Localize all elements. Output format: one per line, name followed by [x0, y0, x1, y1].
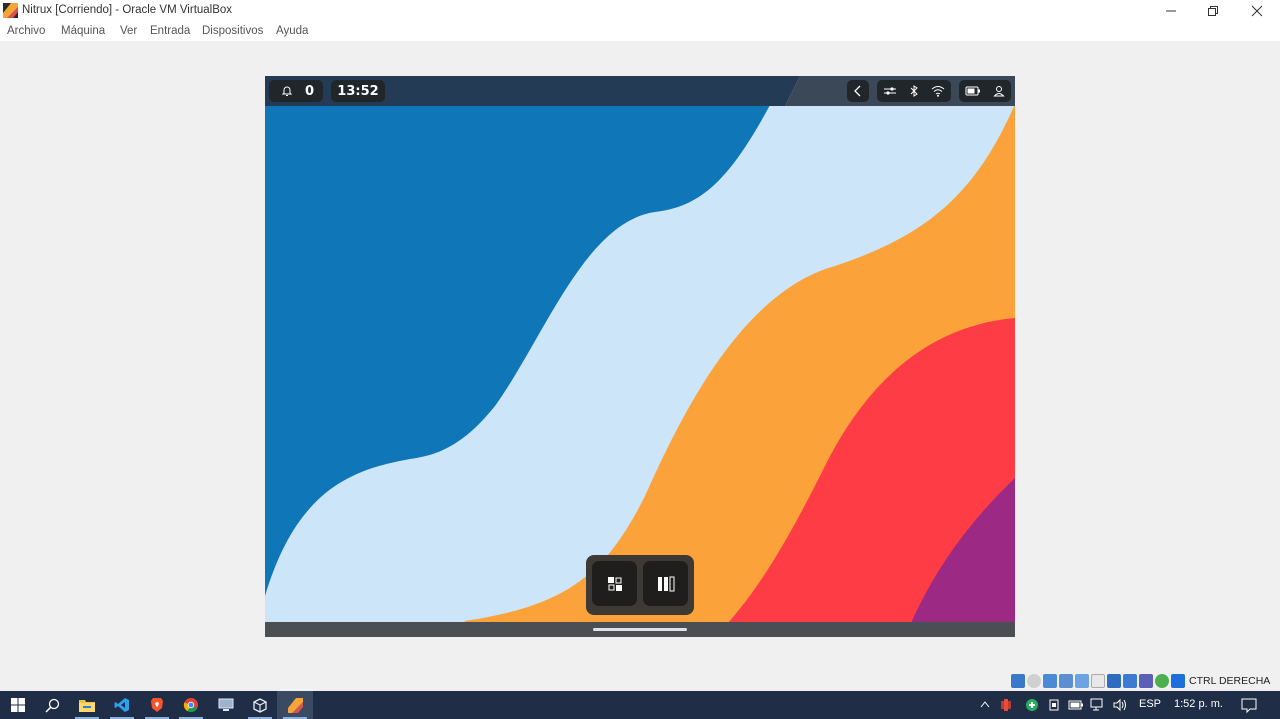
back-button[interactable] [847, 80, 869, 102]
battery-tray-icon[interactable] [1068, 699, 1084, 711]
search-icon [44, 698, 59, 713]
window-titlebar: Nitrux [Corriendo] - Oracle VM VirtualBo… [0, 0, 1280, 22]
user-icon[interactable] [993, 85, 1005, 97]
search-button[interactable] [34, 691, 70, 719]
close-icon [1251, 5, 1263, 17]
file-explorer-button[interactable] [69, 691, 105, 719]
window-title: Nitrux [Corriendo] - Oracle VM VirtualBo… [22, 4, 233, 16]
bell-icon [281, 86, 293, 96]
chevron-up-icon[interactable] [980, 700, 990, 708]
network-status-icon[interactable] [1090, 698, 1106, 712]
menu-dispositivos[interactable]: Dispositivos [202, 25, 263, 37]
vbox-status-bar: CTRL DERECHA [1011, 673, 1270, 689]
battery-icon [965, 86, 980, 96]
virtualbox-button[interactable] [242, 691, 278, 719]
audio-icon[interactable] [1043, 674, 1057, 688]
home-handle[interactable] [593, 628, 687, 631]
volume-icon[interactable] [1112, 698, 1128, 712]
file-explorer-icon [79, 700, 95, 712]
bluetooth-icon[interactable] [909, 85, 919, 97]
recording-icon[interactable] [1123, 674, 1137, 688]
vscode-icon [114, 698, 129, 712]
columns-icon [657, 576, 674, 591]
wifi-icon[interactable] [931, 85, 945, 97]
nitrux-vm-icon [287, 697, 303, 713]
windows-start-icon [11, 698, 25, 712]
session-pill[interactable] [959, 80, 1011, 102]
dock [586, 555, 694, 615]
vscode-button[interactable] [104, 691, 140, 719]
notifications-pill[interactable]: 0 [269, 80, 323, 102]
shared-folders-icon[interactable] [1091, 674, 1105, 688]
menu-entrada[interactable]: Entrada [150, 25, 190, 37]
cpu-icon[interactable] [1139, 674, 1153, 688]
usb-icon[interactable] [1075, 674, 1089, 688]
tray-clock[interactable]: 1:52 p. m. [1174, 698, 1223, 710]
nitrux-wallpaper [265, 76, 1015, 637]
security-tray-icon[interactable] [1025, 698, 1039, 712]
notifications-count: 0 [305, 83, 315, 99]
close-button[interactable] [1235, 0, 1279, 22]
device-tray-icon[interactable] [1048, 698, 1060, 712]
host-key-label: CTRL DERECHA [1189, 675, 1271, 687]
virtualbox-app-icon [3, 3, 18, 18]
nitrux-vm-button[interactable] [277, 691, 313, 719]
minimize-icon [1166, 10, 1176, 12]
network-tray-icon[interactable] [999, 698, 1013, 712]
quick-settings-pill[interactable] [877, 80, 951, 102]
network-icon[interactable] [1059, 674, 1073, 688]
chevron-left-icon [854, 85, 861, 97]
chrome-icon [183, 698, 198, 713]
taskbar: ESP 1:52 p. m. [0, 691, 1280, 719]
overview-icon [607, 576, 622, 591]
brave-icon [151, 698, 163, 712]
keyboard-capture-icon[interactable] [1171, 674, 1185, 688]
clock-pill[interactable]: 13:52 [331, 80, 385, 102]
mouse-integration-icon[interactable] [1155, 674, 1169, 688]
toggles-icon[interactable] [883, 85, 897, 97]
columns-button[interactable] [643, 561, 688, 606]
restore-button[interactable] [1191, 0, 1235, 22]
menu-archivo[interactable]: Archivo [7, 25, 45, 37]
overview-button[interactable] [592, 561, 637, 606]
menu-ver[interactable]: Ver [120, 25, 137, 37]
input-language[interactable]: ESP [1139, 698, 1161, 710]
vm-bottom-bar [265, 622, 1015, 637]
vm-display[interactable]: 0 13:52 [265, 76, 1015, 637]
brave-button[interactable] [139, 691, 175, 719]
virtualbox-icon [253, 697, 267, 713]
minimize-button[interactable] [1149, 0, 1193, 22]
restore-icon [1208, 6, 1218, 16]
menu-bar: Archivo Máquina Ver Entrada Dispositivos… [0, 22, 1280, 41]
notification-center-icon[interactable] [1241, 697, 1257, 713]
menu-ayuda[interactable]: Ayuda [276, 25, 308, 37]
optical-drive-icon[interactable] [1027, 674, 1041, 688]
display-icon[interactable] [1107, 674, 1121, 688]
start-button[interactable] [0, 691, 36, 719]
chrome-button[interactable] [173, 691, 209, 719]
hard-disk-icon[interactable] [1011, 674, 1025, 688]
remote-desktop-button[interactable] [208, 691, 244, 719]
remote-desktop-icon [218, 698, 234, 711]
clock: 13:52 [337, 83, 379, 99]
menu-maquina[interactable]: Máquina [61, 25, 105, 37]
